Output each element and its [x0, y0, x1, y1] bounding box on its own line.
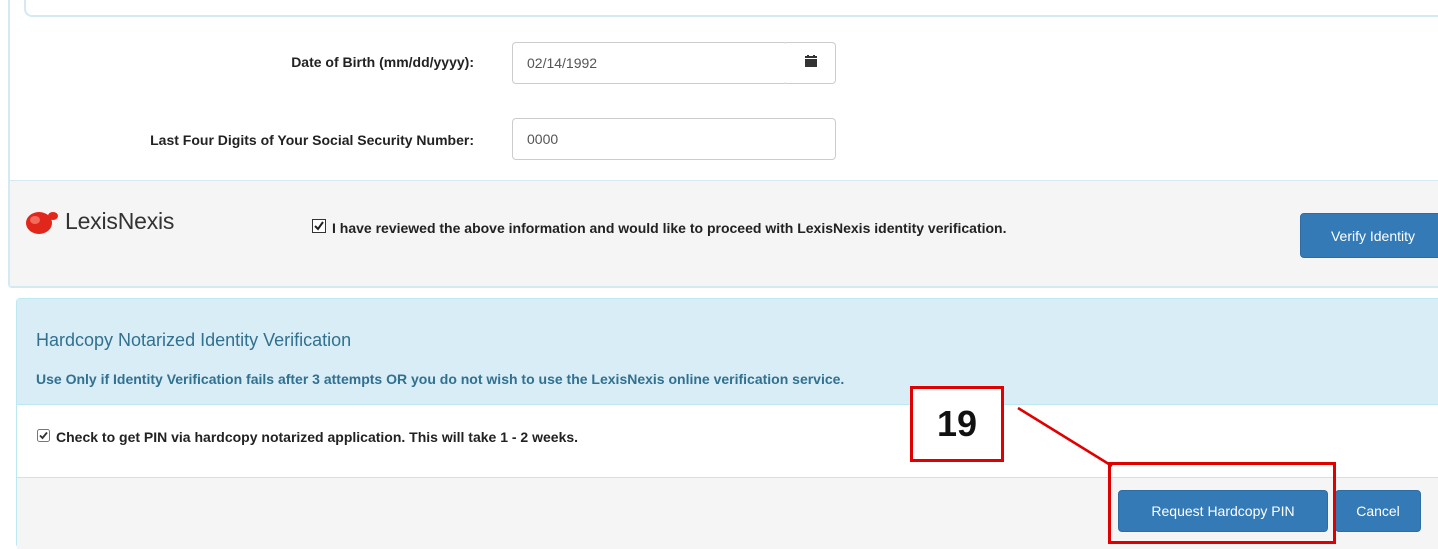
annotation-step-number: 19: [910, 386, 1004, 462]
annotation-highlight-box: [1108, 462, 1336, 544]
annotation-arrow: [1017, 406, 1113, 468]
